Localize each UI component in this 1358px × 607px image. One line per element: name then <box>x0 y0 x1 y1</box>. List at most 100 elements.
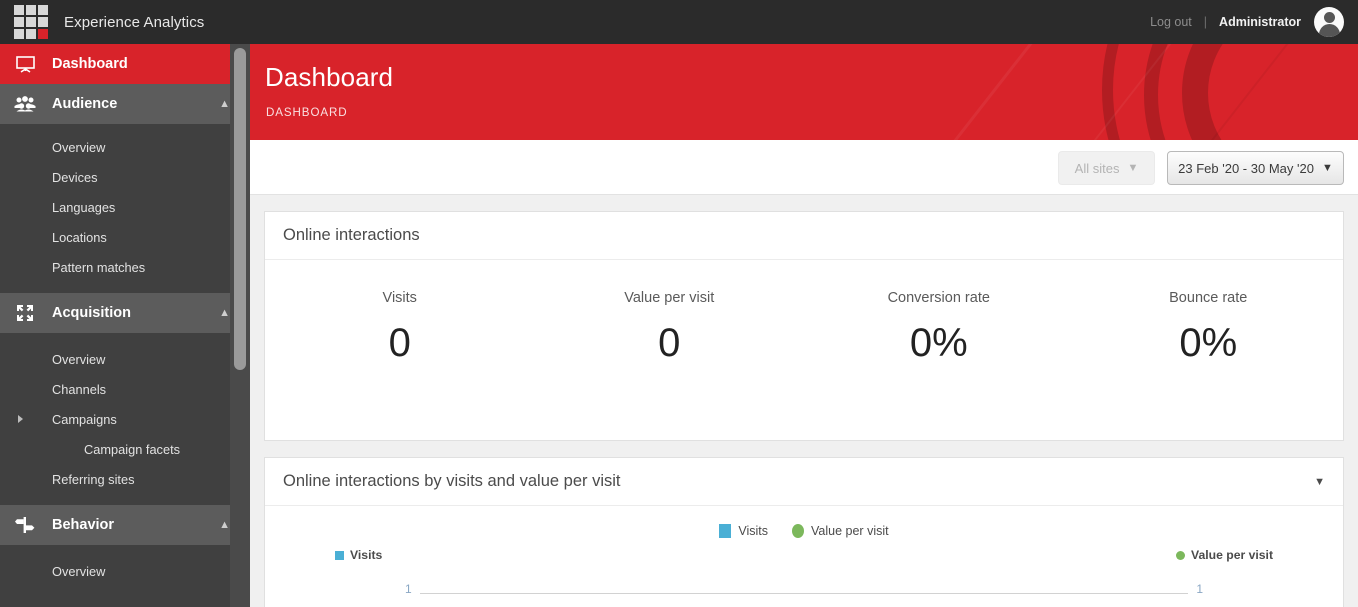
triangle-right-icon[interactable] <box>18 415 23 423</box>
sidebar-group-label: Behavior <box>52 517 115 533</box>
kpi-value: 0% <box>1179 321 1238 365</box>
sidebar-scrollbar-track[interactable] <box>230 44 250 607</box>
axis-marker-circle <box>1176 550 1186 560</box>
page-banner: Dashboard DASHBOARD <box>250 44 1358 140</box>
sidebar-spacer <box>0 586 250 597</box>
logo-cell <box>38 5 48 15</box>
kpi-visits: Visits 0 <box>265 290 535 364</box>
grid-logo-icon[interactable] <box>14 5 48 39</box>
sidebar-item-acquisition-overview[interactable]: Overview <box>0 344 250 374</box>
sidebar-spacer <box>0 124 250 132</box>
sidebar-item-devices[interactable]: Devices <box>0 162 250 192</box>
chart-legend: Visits Value per visit <box>265 524 1343 538</box>
signpost-icon <box>10 517 40 533</box>
kpi-row: Visits 0 Value per visit 0 Conversion ra… <box>265 260 1343 440</box>
chart-area: Visits Value per visit Visits Value per … <box>265 506 1343 607</box>
banner-decor-line <box>879 44 1104 140</box>
site-filter-label: All sites <box>1074 160 1120 176</box>
topbar-separator: | <box>1203 15 1208 29</box>
panel-title: Online interactions <box>283 226 420 244</box>
chevron-up-icon[interactable]: ▲ <box>219 519 230 531</box>
legend-item-value-per-visit[interactable]: Value per visit <box>792 524 889 538</box>
kpi-value: 0 <box>658 321 681 365</box>
sidebar-scrollbar-thumb[interactable] <box>234 48 246 370</box>
panel-header: Online interactions by visits and value … <box>265 458 1343 506</box>
sidebar-item-campaigns[interactable]: Campaigns <box>0 404 250 434</box>
chevron-up-icon[interactable]: ▲ <box>219 307 230 319</box>
logout-link[interactable]: Log out <box>1150 15 1192 29</box>
monitor-icon <box>10 55 40 73</box>
sidebar-group-label: Audience <box>52 96 118 112</box>
panel-online-interactions: Online interactions Visits 0 Value per v… <box>264 211 1344 441</box>
sidebar-item-label: Overview <box>52 139 106 155</box>
sidebar-spacer <box>0 333 250 344</box>
sidebar-item-label: Referring sites <box>52 471 135 487</box>
main-content: Online interactions Visits 0 Value per v… <box>250 195 1358 607</box>
legend-swatch-square <box>719 524 732 538</box>
page-title: Dashboard <box>265 62 394 92</box>
sidebar-item-channels[interactable]: Channels <box>0 374 250 404</box>
logo-cell <box>26 17 36 27</box>
chevron-down-icon: ▼ <box>1321 162 1333 174</box>
top-bar: Experience Analytics Log out | Administr… <box>0 0 1358 44</box>
date-range-dropdown[interactable]: 23 Feb '20 - 30 May '20 ▼ <box>1167 151 1344 185</box>
sidebar-group-behavior[interactable]: Behavior ▲ <box>0 505 250 545</box>
logo-cell <box>14 17 24 27</box>
legend-item-visits[interactable]: Visits <box>719 524 768 538</box>
converge-arrows-icon <box>10 304 40 322</box>
logo-cell-accent <box>38 29 48 39</box>
sidebar-spacer <box>0 282 250 293</box>
chart-axis-line <box>420 593 1188 594</box>
kpi-label: Visits <box>382 290 417 306</box>
app-title: Experience Analytics <box>64 13 205 31</box>
sidebar-item-pattern-matches[interactable]: Pattern matches <box>0 252 250 282</box>
panel-title: Online interactions by visits and value … <box>283 472 621 490</box>
sidebar-item-label: Overview <box>52 351 106 367</box>
sidebar-item-label: Pattern matches <box>52 259 146 275</box>
sidebar-group-audience[interactable]: Audience ▲ <box>0 84 250 124</box>
sidebar-item-label: Languages <box>52 199 116 215</box>
sidebar-item-label: Overview <box>52 563 106 579</box>
top-bar-right: Log out | Administrator <box>1150 7 1344 37</box>
legend-swatch-circle <box>792 524 805 538</box>
kpi-label: Conversion rate <box>887 290 990 306</box>
logo-cell <box>26 5 36 15</box>
axis-title-label: Visits <box>350 548 383 562</box>
logo-cell <box>26 29 36 39</box>
sidebar-spacer <box>0 494 250 505</box>
kpi-label: Value per visit <box>624 290 715 306</box>
kpi-bounce-rate: Bounce rate 0% <box>1074 290 1344 364</box>
sidebar-item-label: Channels <box>52 381 107 397</box>
sidebar-group-acquisition[interactable]: Acquisition ▲ <box>0 293 250 333</box>
logo-cell <box>14 29 24 39</box>
sidebar-item-languages[interactable]: Languages <box>0 192 250 222</box>
sidebar-item-audience-overview[interactable]: Overview <box>0 132 250 162</box>
logo-cell <box>38 17 48 27</box>
sidebar-group-label: Acquisition <box>52 305 131 321</box>
axis-title-left: Visits <box>335 548 382 562</box>
sidebar-item-locations[interactable]: Locations <box>0 222 250 252</box>
axis-title-right: Value per visit <box>1176 548 1273 562</box>
sidebar-item-behavior-overview[interactable]: Overview <box>0 556 250 586</box>
sidebar-item-label: Devices <box>52 169 98 185</box>
kpi-value: 0 <box>388 321 411 365</box>
axis-title-label: Value per visit <box>1191 548 1273 562</box>
axis-marker-square <box>335 550 344 560</box>
sidebar-item-campaign-facets[interactable]: Campaign facets <box>0 434 250 464</box>
user-avatar-icon[interactable] <box>1314 7 1344 37</box>
kpi-value: 0% <box>909 321 968 365</box>
sidebar-group-dashboard[interactable]: Dashboard <box>0 44 250 84</box>
site-filter-dropdown[interactable]: All sites ▼ <box>1058 151 1155 185</box>
user-name[interactable]: Administrator <box>1219 15 1301 29</box>
filter-bar: All sites ▼ 23 Feb '20 - 30 May '20 ▼ <box>250 140 1358 195</box>
logo-cell <box>14 5 24 15</box>
banner-decor-arc <box>1102 44 1358 140</box>
sidebar-item-referring-sites[interactable]: Referring sites <box>0 464 250 494</box>
kpi-value-per-visit: Value per visit 0 <box>535 290 805 364</box>
chevron-up-icon[interactable]: ▲ <box>219 98 230 110</box>
triangle-down-icon[interactable]: ▼ <box>1314 476 1325 488</box>
kpi-label: Bounce rate <box>1169 290 1248 306</box>
sidebar-item-label: Campaign facets <box>84 441 181 457</box>
sidebar-item-label: Campaigns <box>52 411 117 427</box>
sidebar: Dashboard Audience ▲ Overview Devices La… <box>0 44 250 607</box>
